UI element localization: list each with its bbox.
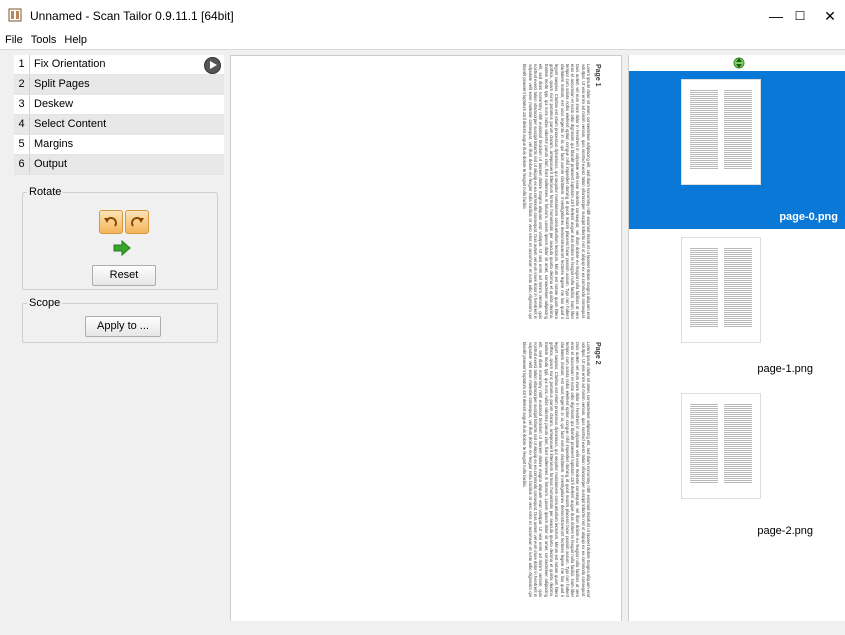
stage-number: 3	[14, 95, 30, 114]
stage-number: 2	[14, 75, 30, 94]
thumbnail-page-2[interactable]: page-2.png	[629, 387, 845, 543]
menu-help[interactable]: Help	[60, 32, 91, 49]
scope-legend: Scope	[29, 297, 61, 309]
stage-list: 1 Fix Orientation 2 Split Pages 3 Deskew…	[14, 55, 224, 175]
thumbnail-label: page-2.png	[757, 525, 813, 537]
thumbnail-image	[681, 79, 761, 185]
page-2-title: Page 2	[594, 342, 601, 365]
thumbnail-page-1[interactable]: page-1.png	[629, 231, 845, 381]
stage-deskew[interactable]: 3 Deskew	[14, 95, 224, 115]
stage-select-content[interactable]: 4 Select Content	[14, 115, 224, 135]
play-icon[interactable]	[204, 57, 221, 74]
thumbnail-text-column	[724, 248, 752, 332]
reset-button[interactable]: Reset	[92, 265, 156, 286]
thumbnail-text-column	[690, 248, 718, 332]
scope-group: Scope Apply to ...	[22, 297, 218, 343]
scan-tailor-app-icon	[8, 8, 22, 22]
stage-label: Deskew	[34, 98, 74, 110]
menu-tools[interactable]: Tools	[27, 32, 61, 49]
page-1-content: Page 1 Lorem ipsum dolor sit amet, conse…	[251, 64, 601, 319]
thumbnail-text-column	[690, 90, 718, 174]
rotate-group: Rotate Reset	[22, 186, 218, 290]
stage-number: 4	[14, 115, 30, 134]
thumbnail-header	[629, 55, 845, 71]
title-bar: Unnamed - Scan Tailor 0.9.11.1 [64bit] —…	[0, 0, 845, 32]
status-bar	[0, 621, 845, 635]
page-2-text: Lorem ipsum dolor sit amet, consectetuer…	[522, 342, 591, 597]
page-2-content: Page 2 Lorem ipsum dolor sit amet, conse…	[251, 342, 601, 597]
stage-number: 1	[14, 55, 30, 74]
fit-size-icon[interactable]	[733, 57, 745, 69]
page-1-block: Page 1 Lorem ipsum dolor sit amet, conse…	[247, 64, 605, 329]
menu-bar: File Tools Help	[0, 32, 845, 49]
thumbnail-image	[681, 393, 761, 499]
thumbnail-label: page-0.png	[779, 211, 838, 223]
thumbnail-text-column	[724, 90, 752, 174]
stage-label: Margins	[34, 138, 74, 150]
thumbnail-page-0[interactable]: page-0.png	[629, 71, 845, 229]
rotate-left-icon[interactable]	[99, 210, 123, 234]
green-arrow-right-icon	[113, 240, 131, 256]
rotate-right-icon[interactable]	[125, 210, 149, 234]
stage-label: Split Pages	[34, 78, 90, 90]
page-1-text: Lorem ipsum dolor sit amet, consectetuer…	[522, 64, 591, 319]
menu-file[interactable]: File	[0, 32, 27, 49]
stage-label: Select Content	[34, 118, 107, 130]
page-2-block: Page 2 Lorem ipsum dolor sit amet, conse…	[247, 342, 605, 607]
stage-margins[interactable]: 5 Margins	[14, 135, 224, 155]
document-page: Page 1 Lorem ipsum dolor sit amet, conse…	[247, 64, 605, 612]
stage-number: 5	[14, 135, 30, 154]
thumbnail-panel[interactable]: page-0.png page-1.png page-2.png	[628, 55, 845, 621]
thumbnail-text-column	[690, 404, 718, 488]
maximize-icon: ☐	[794, 9, 806, 23]
stage-split-pages[interactable]: 2 Split Pages	[14, 75, 224, 95]
stage-fix-orientation[interactable]: 1 Fix Orientation	[14, 55, 224, 75]
thumbnail-text-column	[724, 404, 752, 488]
rotate-legend: Rotate	[29, 186, 62, 198]
stage-number: 6	[14, 155, 30, 174]
left-panel: 1 Fix Orientation 2 Split Pages 3 Deskew…	[14, 55, 224, 621]
thumbnail-image	[681, 237, 761, 343]
window-title: Unnamed - Scan Tailor 0.9.11.1 [64bit]	[30, 9, 234, 23]
stage-output[interactable]: 6 Output	[14, 155, 224, 175]
menu-separator	[0, 49, 845, 50]
page-1-title: Page 1	[594, 64, 601, 87]
page-preview[interactable]: Page 1 Lorem ipsum dolor sit amet, conse…	[230, 55, 622, 623]
close-button[interactable]: ✕	[815, 0, 845, 32]
stage-label: Output	[34, 158, 68, 170]
apply-to-button[interactable]: Apply to ...	[85, 316, 161, 337]
thumbnail-label: page-1.png	[757, 363, 813, 375]
stage-label: Fix Orientation	[34, 58, 106, 70]
close-icon: ✕	[824, 7, 836, 24]
